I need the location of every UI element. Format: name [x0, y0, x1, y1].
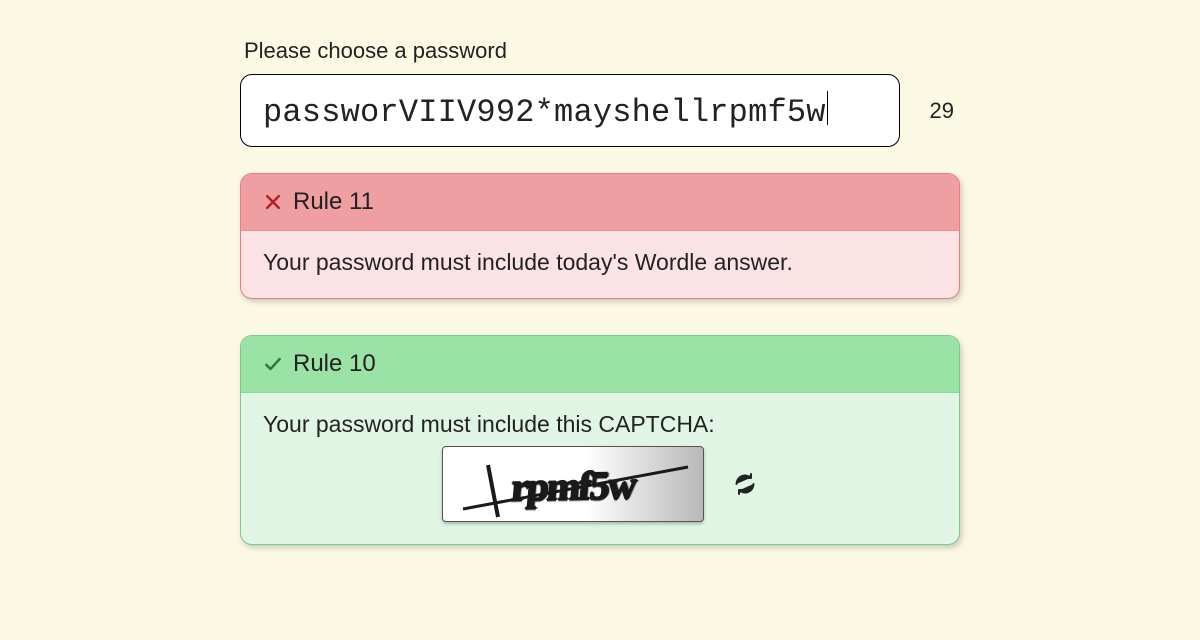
rule-header: Rule 10 [241, 336, 959, 393]
password-row: passworVIIV992*mayshellrpmf5w 29 [240, 74, 960, 147]
password-length-counter: 29 [930, 98, 954, 124]
password-input[interactable]: passworVIIV992*mayshellrpmf5w [240, 74, 900, 147]
rule-title: Rule 11 [293, 188, 374, 216]
rule-body: Your password must include today's Wordl… [241, 231, 959, 298]
captcha-image: rpmf5w [442, 446, 704, 522]
rule-card-10: Rule 10 Your password must include this … [240, 335, 960, 545]
rule-title: Rule 10 [293, 350, 376, 378]
check-icon [263, 354, 283, 374]
text-caret [827, 91, 828, 125]
captcha-text: rpmf5w [509, 461, 637, 510]
refresh-captcha-button[interactable] [732, 471, 758, 497]
x-icon [263, 192, 283, 212]
prompt-label: Please choose a password [244, 38, 960, 64]
rule-header: Rule 11 [241, 174, 959, 231]
password-value: passworVIIV992*mayshellrpmf5w [263, 94, 826, 131]
rule-card-11: Rule 11 Your password must include today… [240, 173, 960, 299]
rule-body-text: Your password must include this CAPTCHA: [263, 411, 937, 438]
rule-body: Your password must include this CAPTCHA:… [241, 393, 959, 544]
